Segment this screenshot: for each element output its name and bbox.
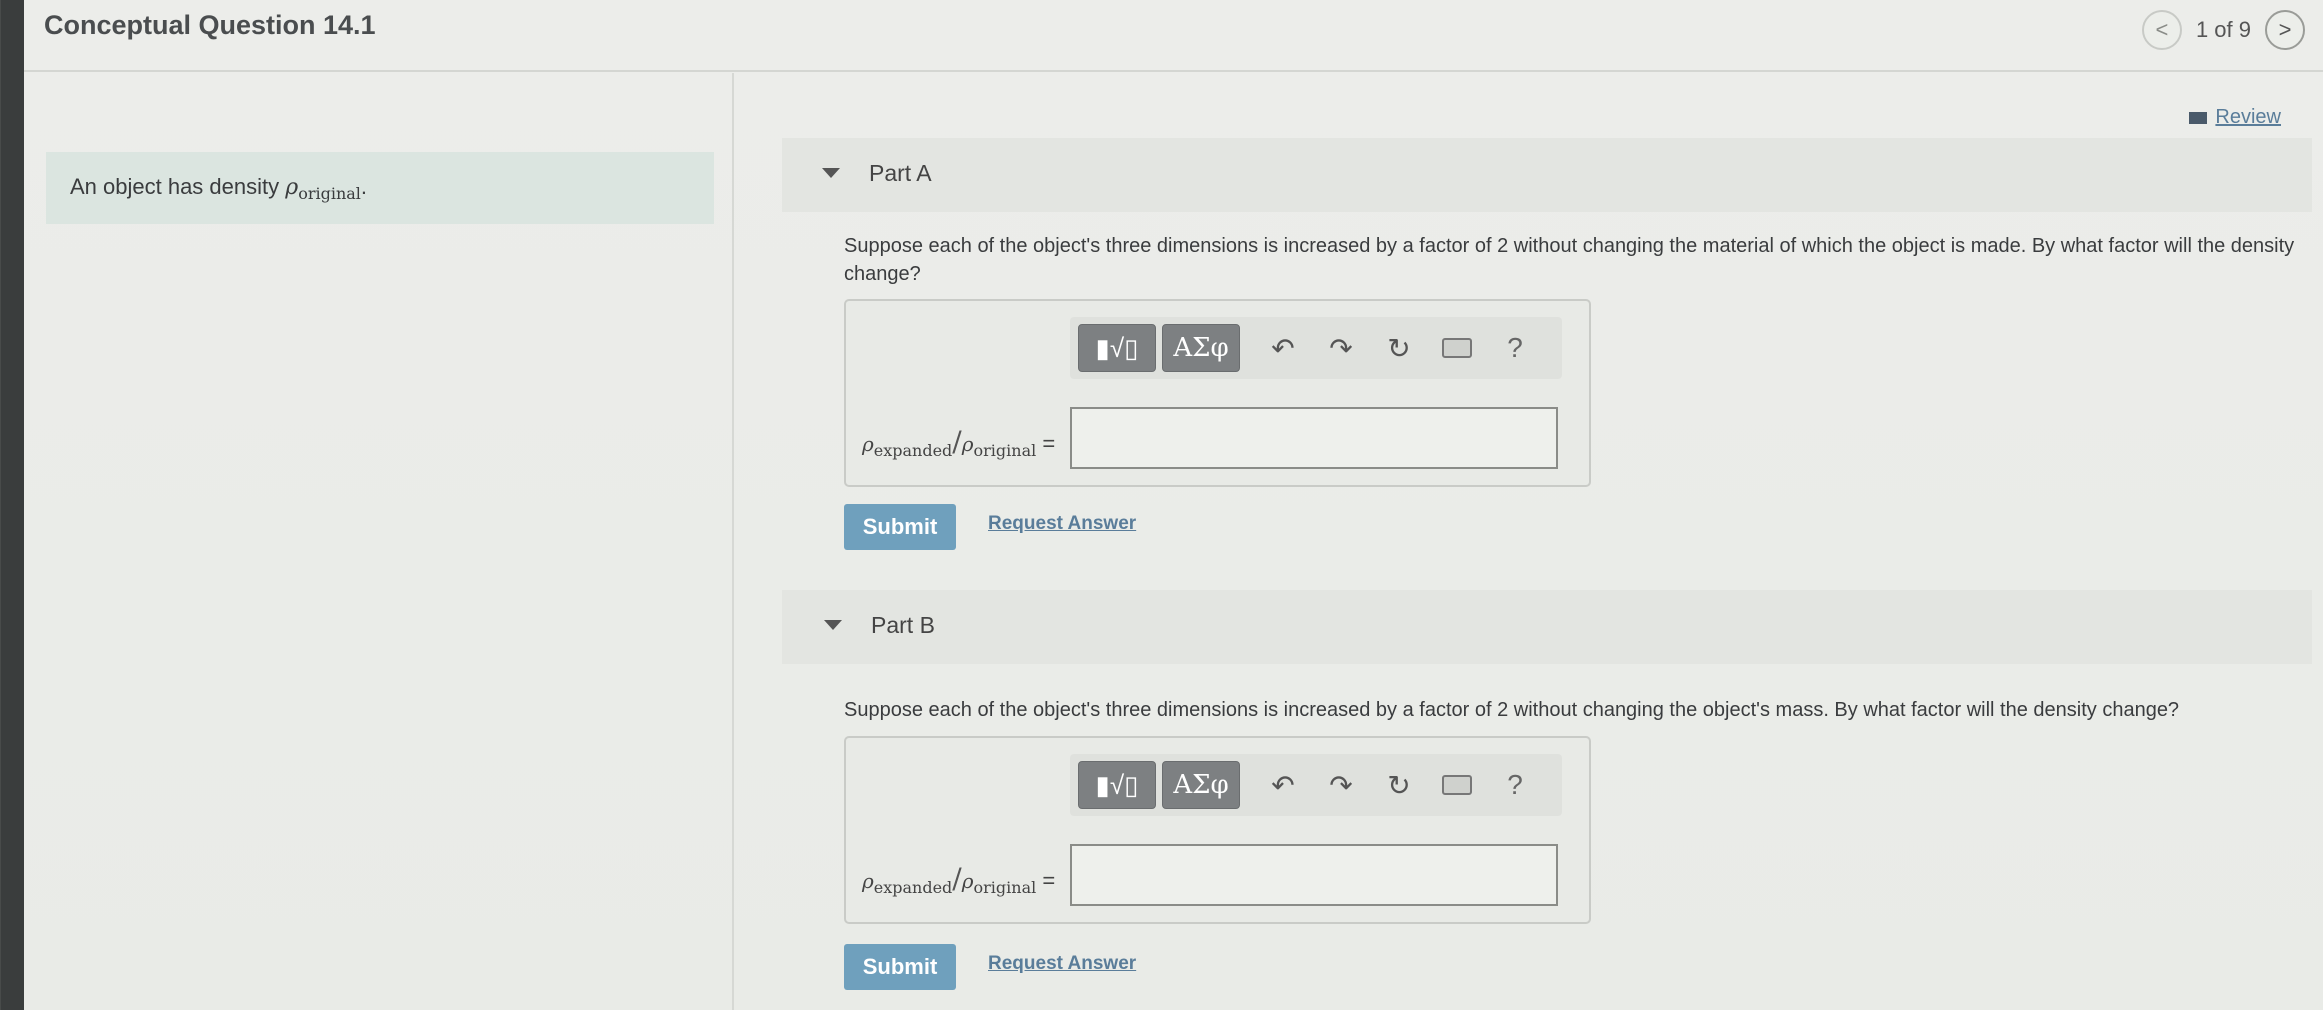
undo-icon[interactable]: ↶ (1254, 761, 1312, 809)
undo-icon[interactable]: ↶ (1254, 324, 1312, 372)
answer-input[interactable] (1070, 844, 1558, 906)
page-title: Conceptual Question 14.1 (44, 10, 376, 40)
greek-symbols-button[interactable]: ΑΣφ (1162, 324, 1240, 372)
equals-sign: = (1042, 431, 1056, 456)
keyboard-shortcuts-button[interactable] (1428, 324, 1486, 372)
header-bar: Conceptual Question 14.1 < 1 of 9 > (24, 0, 2323, 72)
problem-intro: An object has density ρoriginal. (46, 152, 714, 224)
part-a-answer-box: ▮√▯ ΑΣφ ↶ ↷ ↻ ? ρexpanded/ρoriginal = (844, 299, 1591, 487)
submit-button[interactable]: Submit (844, 944, 956, 990)
rho-symbol: ρ (961, 432, 974, 456)
intro-text: An object has density (70, 174, 286, 199)
fraction-slash: / (952, 862, 962, 895)
fraction-slash: / (952, 425, 962, 458)
request-answer-link[interactable]: Request Answer (988, 953, 1136, 975)
review-link[interactable]: Review (2189, 106, 2281, 129)
part-a-label: Part A (869, 160, 932, 186)
collapse-caret-icon[interactable] (822, 168, 840, 178)
rho-symbol: ρ (862, 869, 874, 893)
keyboard-icon (1442, 338, 1472, 358)
collapse-caret-icon[interactable] (824, 620, 842, 630)
equation-label: ρexpanded/ρoriginal = (862, 862, 1055, 897)
part-a-question: Suppose each of the object's three dimen… (844, 235, 2295, 285)
keyboard-icon (1442, 775, 1472, 795)
pager-text: 1 of 9 (2195, 17, 2251, 42)
answer-input[interactable] (1070, 407, 1558, 469)
help-button[interactable]: ? (1486, 324, 1544, 372)
equation-label: ρexpanded/ρoriginal = (862, 425, 1055, 460)
prev-icon[interactable]: < (2141, 10, 2182, 50)
rho-symbol: ρ (285, 175, 299, 200)
math-toolbar: ▮√▯ ΑΣφ ↶ ↷ ↻ ? (1070, 317, 1562, 379)
rho-subscript: expanded (873, 878, 953, 897)
help-button[interactable]: ? (1486, 761, 1544, 809)
reset-icon[interactable]: ↻ (1370, 324, 1428, 372)
templates-button[interactable]: ▮√▯ (1078, 324, 1156, 372)
rho-subscript: original (973, 441, 1037, 460)
templates-button[interactable]: ▮√▯ (1078, 761, 1156, 809)
redo-icon[interactable]: ↷ (1312, 761, 1370, 809)
reset-icon[interactable]: ↻ (1370, 761, 1428, 809)
math-toolbar: ▮√▯ ΑΣφ ↶ ↷ ↻ ? (1070, 754, 1562, 816)
pagination: < 1 of 9 > (2141, 10, 2305, 50)
redo-icon[interactable]: ↷ (1312, 324, 1370, 372)
submit-button[interactable]: Submit (844, 504, 956, 550)
rho-symbol: ρ (862, 432, 874, 456)
keyboard-shortcuts-button[interactable] (1428, 761, 1486, 809)
rho-subscript: original (298, 184, 361, 203)
part-b-answer-box: ▮√▯ ΑΣφ ↶ ↷ ↻ ? ρexpanded/ρoriginal = (844, 736, 1591, 924)
part-b-question: Suppose each of the object's three dimen… (844, 699, 2180, 721)
review-icon (2189, 111, 2208, 124)
app-window: Conceptual Question 14.1 < 1 of 9 > An o… (24, 0, 2323, 1010)
part-b-header[interactable]: Part B (782, 590, 2312, 664)
intro-suffix: . (360, 174, 368, 199)
part-b-label: Part B (871, 612, 935, 638)
greek-symbols-button[interactable]: ΑΣφ (1162, 761, 1240, 809)
rho-subscript: expanded (873, 441, 953, 460)
rho-subscript: original (973, 878, 1037, 897)
request-answer-link[interactable]: Request Answer (988, 513, 1136, 535)
next-icon[interactable]: > (2265, 10, 2305, 50)
review-label: Review (2215, 106, 2281, 128)
rho-symbol: ρ (961, 869, 974, 893)
equals-sign: = (1042, 868, 1056, 893)
part-a-header[interactable]: Part A (782, 138, 2312, 212)
